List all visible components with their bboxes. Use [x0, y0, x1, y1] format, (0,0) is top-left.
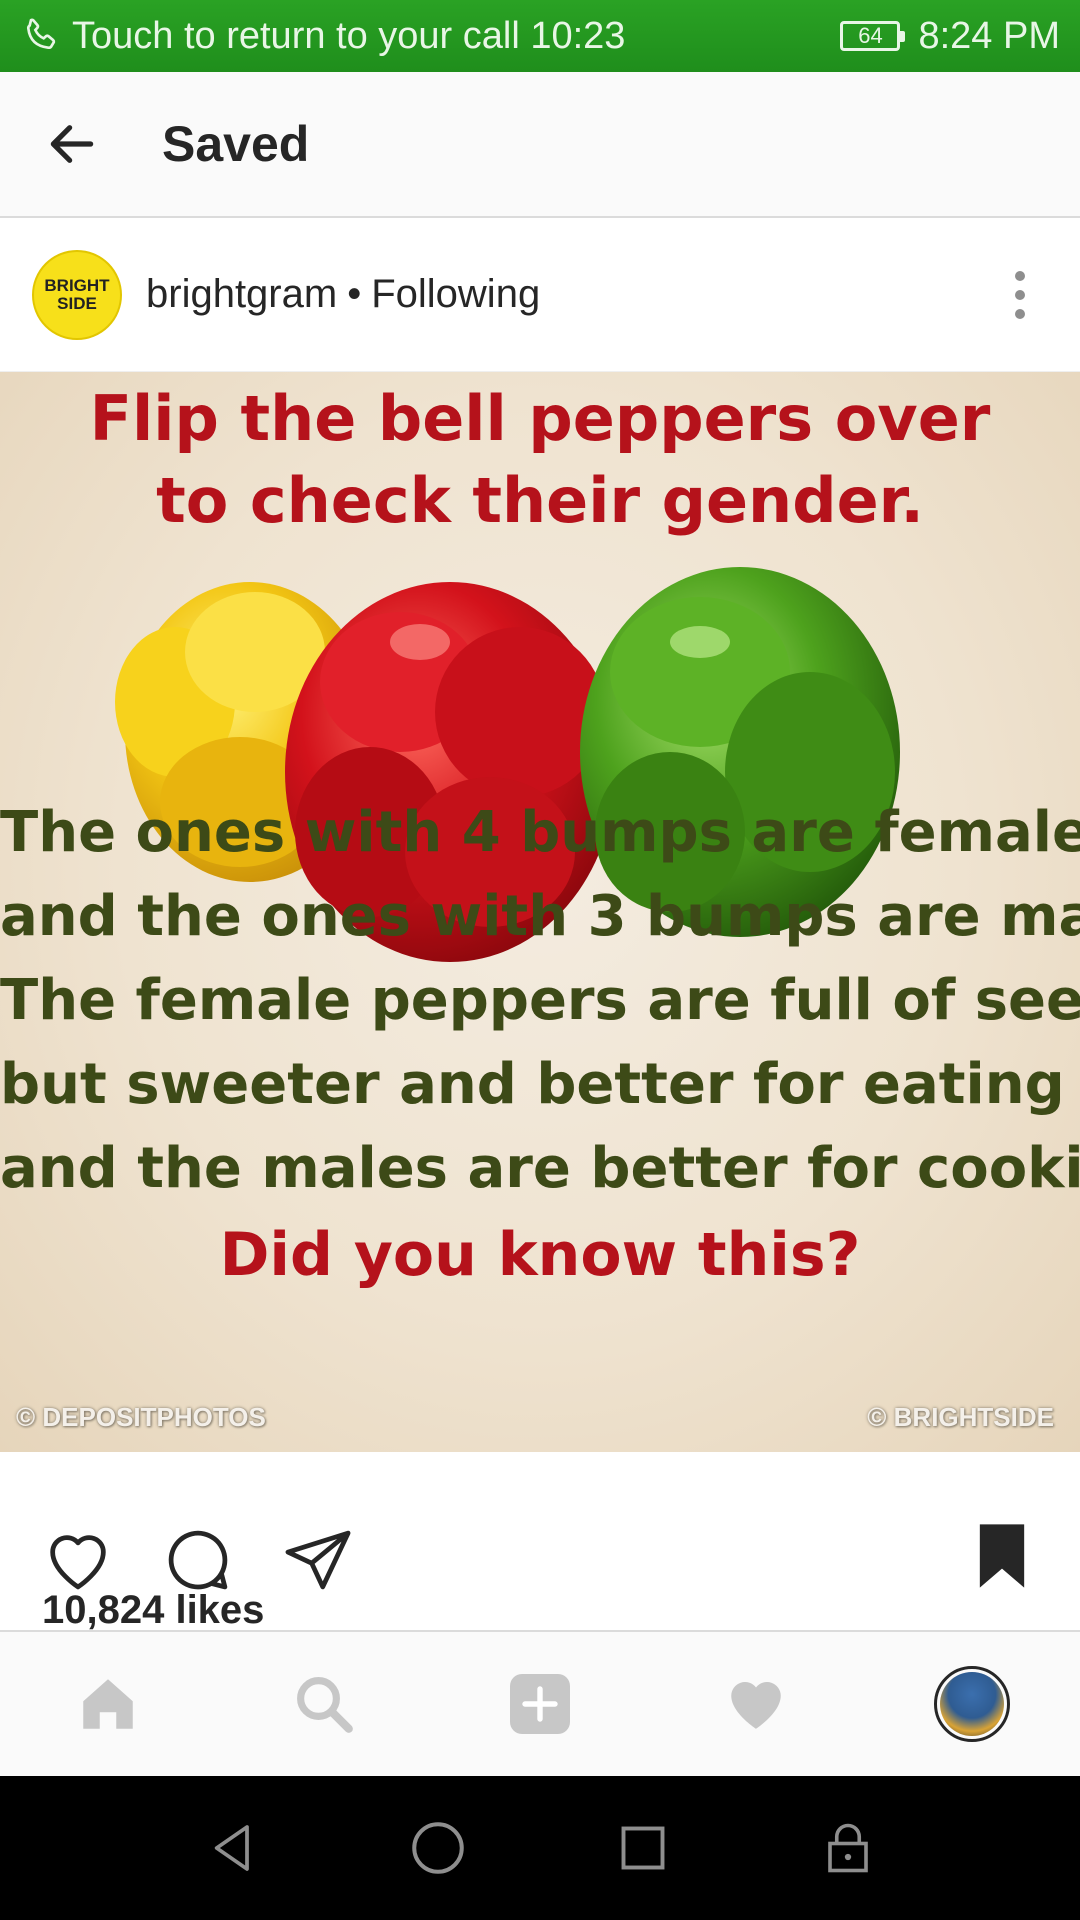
- image-body-line1: The ones with 4 bumps are female: [0, 800, 1080, 865]
- more-dot: [1015, 308, 1025, 319]
- separator-dot: •: [347, 272, 362, 316]
- battery-icon: 64: [840, 21, 906, 51]
- top-app-bar: Saved: [0, 72, 1080, 218]
- post-user-line: brightgram • Following: [146, 272, 540, 317]
- heart-outline-icon: [50, 1535, 106, 1590]
- activity-heart-icon: [731, 1682, 781, 1729]
- profile-avatar-image: [940, 1672, 1004, 1736]
- system-navigation-bar: [0, 1776, 1080, 1920]
- share-button[interactable]: [278, 1520, 358, 1600]
- status-bar[interactable]: Touch to return to your call 10:23 64 8:…: [0, 0, 1080, 72]
- more-dot: [1015, 289, 1025, 300]
- avatar-text-line1: BRIGHT: [44, 275, 110, 295]
- page-title: Saved: [162, 116, 310, 172]
- battery-level: 64: [858, 23, 883, 48]
- credit-brightside: © BRIGHTSIDE: [867, 1402, 1054, 1432]
- avatar-text-line2: SIDE: [57, 293, 97, 313]
- nav-activity[interactable]: [706, 1654, 806, 1754]
- nav-home[interactable]: [58, 1654, 158, 1754]
- green-pepper: [580, 567, 900, 937]
- nav-new-post[interactable]: [490, 1654, 590, 1754]
- recents-square-icon: [621, 1826, 664, 1870]
- bottom-navigation: [0, 1630, 1080, 1776]
- save-button[interactable]: [962, 1516, 1042, 1596]
- nav-profile[interactable]: [922, 1654, 1022, 1754]
- system-recents-button[interactable]: [608, 1813, 678, 1883]
- image-title-line1: Flip the bell peppers over: [89, 382, 991, 455]
- more-vertical-icon: [1015, 270, 1025, 281]
- bookmark-filled-icon: [979, 1524, 1025, 1588]
- home-circle-icon: [411, 1822, 464, 1874]
- clock: 8:24 PM: [918, 14, 1060, 57]
- likes-count[interactable]: 10,824 likes: [42, 1588, 264, 1633]
- comment-icon: [168, 1530, 228, 1590]
- following-button[interactable]: Following: [371, 272, 540, 316]
- image-body-line5: and the males are better for cooking.: [0, 1136, 1080, 1201]
- system-lock-button[interactable]: [813, 1813, 883, 1883]
- back-triangle-icon: [214, 1825, 249, 1871]
- add-post-icon: [510, 1674, 570, 1734]
- image-question: Did you know this?: [219, 1220, 861, 1290]
- phone-icon: [26, 18, 56, 50]
- system-back-button[interactable]: [198, 1813, 268, 1883]
- home-icon: [83, 1679, 133, 1729]
- account-avatar[interactable]: BRIGHT SIDE: [32, 249, 122, 340]
- image-body-line3: The female peppers are full of seeds,: [0, 968, 1080, 1033]
- post-image[interactable]: Flip the bell peppers over to check thei…: [0, 372, 1080, 1452]
- profile-avatar: [934, 1666, 1010, 1742]
- back-button[interactable]: [32, 104, 112, 184]
- search-icon: [297, 1677, 353, 1733]
- return-to-call-text[interactable]: Touch to return to your call 10:23: [72, 15, 625, 58]
- send-icon: [285, 1530, 351, 1590]
- credit-depositphotos: © DEPOSITPHOTOS: [16, 1402, 266, 1432]
- lock-icon: [827, 1823, 868, 1873]
- username-link[interactable]: brightgram: [146, 272, 337, 316]
- back-arrow-icon: [50, 125, 94, 163]
- post-actions: [0, 1452, 1080, 1592]
- image-body-line4: but sweeter and better for eating raw: [0, 1052, 1080, 1117]
- more-options-button[interactable]: [1000, 265, 1040, 325]
- system-home-button[interactable]: [403, 1813, 473, 1883]
- image-body-line2: and the ones with 3 bumps are male.: [0, 884, 1080, 949]
- nav-search[interactable]: [274, 1654, 374, 1754]
- post-header: BRIGHT SIDE brightgram • Following: [0, 218, 1080, 372]
